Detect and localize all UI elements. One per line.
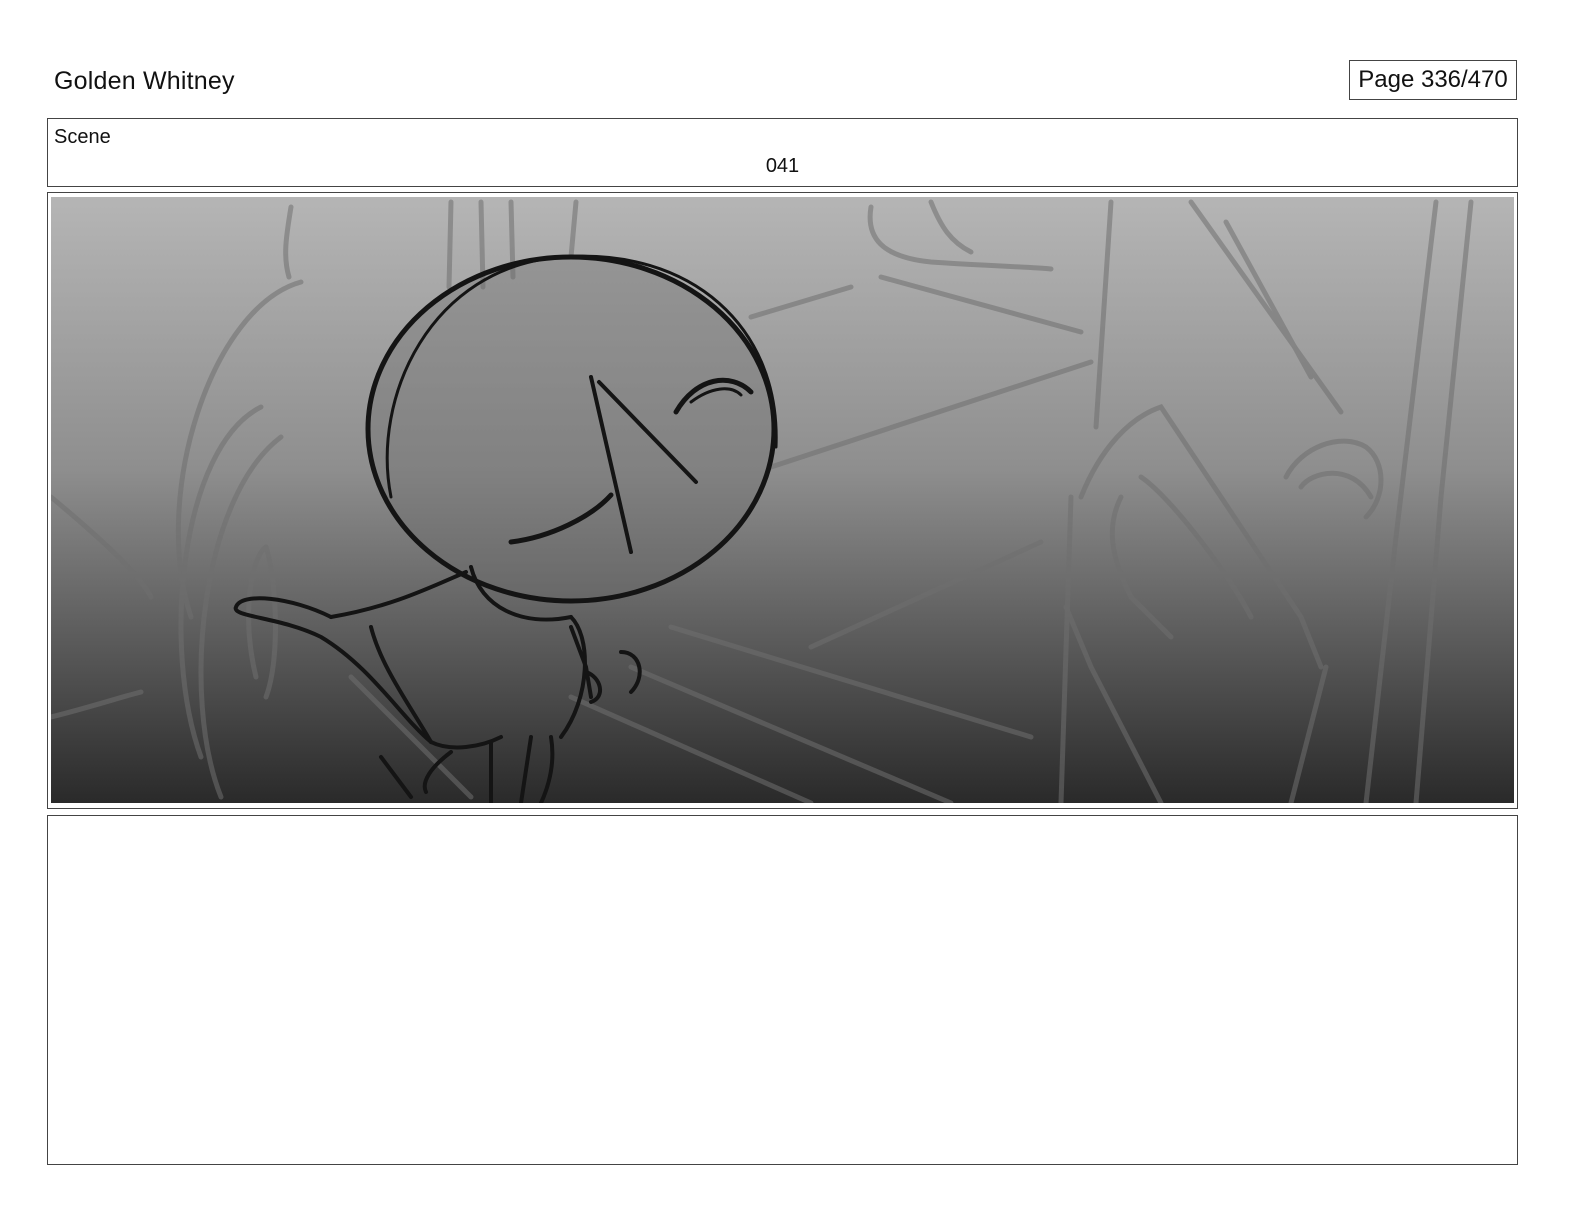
project-title: Golden Whitney — [54, 67, 235, 95]
scene-number: 041 — [765, 155, 800, 177]
storyboard-sketch-image — [51, 197, 1514, 803]
panel-frame — [47, 192, 1518, 809]
scene-label: Scene — [54, 126, 111, 148]
notes-box — [47, 815, 1518, 1165]
character-head — [365, 254, 778, 604]
scene-box: Scene 041 — [47, 118, 1518, 187]
sketch-background — [51, 197, 1514, 803]
page-indicator: Page 336/470 — [1349, 60, 1517, 100]
